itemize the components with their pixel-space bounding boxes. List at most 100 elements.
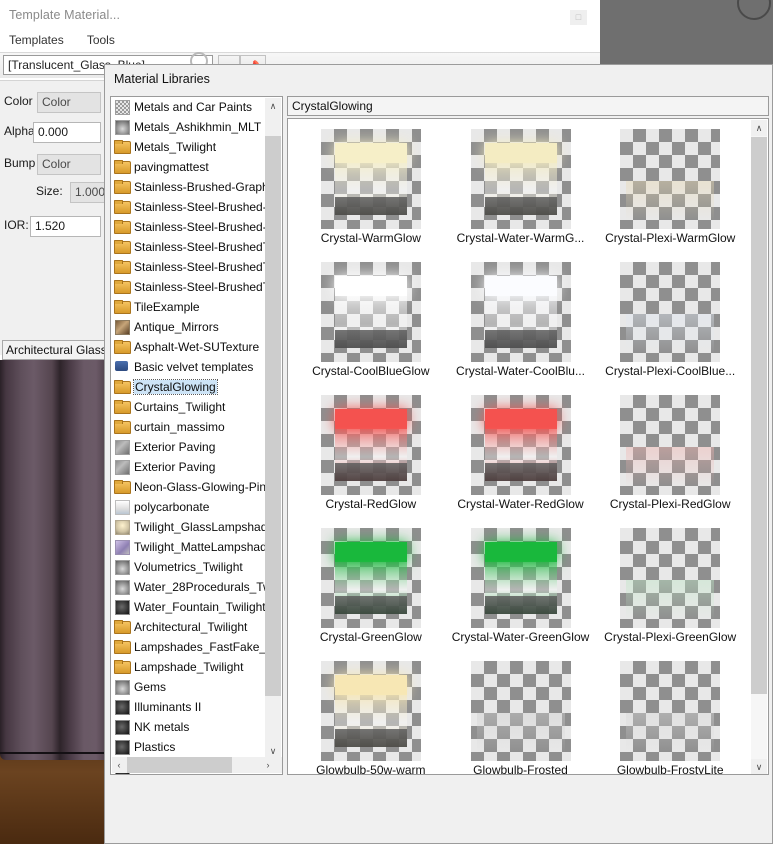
tree-item[interactable]: Stainless-Steel-BrushedTe (111, 257, 267, 277)
tree-scroll-thumb[interactable] (265, 136, 281, 696)
tree-item[interactable]: Metals and Car Paints (111, 97, 267, 117)
tree-item[interactable]: pavingmattest (111, 157, 267, 177)
material-thumbnail[interactable] (620, 262, 721, 362)
scroll-right-icon[interactable]: › (261, 757, 275, 773)
tree-hscroll-thumb[interactable] (127, 757, 232, 773)
cube-base (484, 463, 557, 481)
tree-item[interactable]: Stainless-Steel-BrushedTe (111, 277, 267, 297)
menu-item-templates[interactable]: Templates (9, 33, 64, 47)
menu-item-tools[interactable]: Tools (87, 33, 115, 47)
material-thumbnail[interactable] (320, 262, 421, 362)
tree-item[interactable]: CrystalGlowing (111, 377, 267, 397)
tree-item-label: Metals_Ashikhmin_MLT (134, 120, 262, 134)
folder-icon (114, 240, 131, 254)
tree-item[interactable]: Volumetrics_Twilight (111, 557, 267, 577)
material-grid-item[interactable]: Crystal-Plexi-GreenGlow (601, 528, 739, 644)
property-value-alpha[interactable]: 0.000 (33, 122, 101, 143)
tree-horizontal-scrollbar[interactable]: ‹ › (112, 757, 282, 773)
material-thumbnail[interactable] (620, 129, 721, 229)
tree-item[interactable]: Asphalt-Wet-SUTexture (111, 337, 267, 357)
tree-item[interactable]: Twilight_GlassLampshade (111, 517, 267, 537)
material-thumbnail[interactable] (470, 262, 571, 362)
tree-item[interactable]: Twilight_MatteLampshad (111, 537, 267, 557)
tree-item[interactable]: curtain_massimo (111, 417, 267, 437)
tree-item[interactable]: polycarbonate (111, 497, 267, 517)
scene-curtain (0, 360, 104, 760)
tree-item[interactable]: Architectural_Twilight (111, 617, 267, 637)
tab-architectural-glass[interactable]: Architectural Glass: (2, 340, 106, 360)
property-row-bump: Bump Color (0, 151, 104, 179)
tree-item[interactable]: Exterior Paving (111, 437, 267, 457)
material-grid-item[interactable]: Crystal-Water-CoolBlu... (452, 262, 590, 378)
scroll-up-icon[interactable]: ∧ (265, 98, 281, 114)
tree-item[interactable]: Antique_Mirrors (111, 317, 267, 337)
tree-item[interactable]: Stainless-Brushed-Graphi (111, 177, 267, 197)
tree-item[interactable]: TileExample (111, 297, 267, 317)
dialog-title: Material Libraries (114, 72, 210, 86)
material-thumbnail[interactable] (620, 661, 721, 761)
resize-grip[interactable] (275, 757, 282, 773)
tree-item[interactable]: Illuminants II (111, 697, 267, 717)
material-grid-item[interactable]: Glowbulb-Frosted (452, 661, 590, 774)
material-thumbnail[interactable] (320, 528, 421, 628)
material-thumbnail[interactable] (470, 395, 571, 495)
material-grid-item[interactable]: Crystal-Water-WarmG... (452, 129, 590, 245)
material-grid-item[interactable]: Crystal-Plexi-RedGlow (601, 395, 739, 511)
property-row-color: Color Color (0, 89, 104, 117)
tree-item[interactable]: Water_Fountain_Twilight_ (111, 597, 267, 617)
tree-item[interactable]: NK metals (111, 717, 267, 737)
scroll-up-icon[interactable]: ∧ (751, 120, 767, 136)
tree-item[interactable]: Gems (111, 677, 267, 697)
tree-item[interactable]: Stainless-Steel-Brushed-S (111, 217, 267, 237)
property-value-ior[interactable]: 1.520 (30, 216, 101, 237)
gray-thumb-icon (114, 680, 130, 695)
tree-item[interactable]: Neon-Glass-Glowing-Pin (111, 477, 267, 497)
material-grid-item[interactable]: Glowbulb-50w-warm (302, 661, 440, 774)
material-thumbnail[interactable] (470, 528, 571, 628)
material-grid-item[interactable]: Crystal-Plexi-WarmGlow (601, 129, 739, 245)
material-grid-item[interactable]: Crystal-Plexi-CoolBlue... (601, 262, 739, 378)
grid-scroll-thumb[interactable] (751, 137, 767, 694)
material-thumbnail[interactable] (320, 129, 421, 229)
tree-item[interactable]: Stainless-Steel-BrushedTe (111, 237, 267, 257)
tree-item[interactable]: Lampshade_Twilight (111, 657, 267, 677)
tree-item[interactable]: Plastics (111, 737, 267, 757)
material-thumbnail-label: Crystal-Plexi-RedGlow (609, 497, 731, 511)
material-grid-item[interactable]: Crystal-RedGlow (302, 395, 440, 511)
library-tree[interactable]: Metals and Car Paints Metals_Ashikhmin_ML… (110, 96, 283, 775)
material-grid-item[interactable]: Crystal-GreenGlow (302, 528, 440, 644)
material-grid-item[interactable]: Glowbulb-FrostyLite (601, 661, 739, 774)
material-grid-panel[interactable]: Crystal-WarmGlow Crystal-Water-WarmG... Cr… (287, 118, 769, 775)
tree-item-label: Gems (134, 680, 167, 694)
material-thumbnail[interactable] (320, 395, 421, 495)
material-thumbnail[interactable] (470, 129, 571, 229)
breadcrumb: CrystalGlowing (287, 96, 769, 116)
grid-vertical-scrollbar[interactable]: ∧ ∨ (751, 120, 767, 774)
property-value-color[interactable]: Color (37, 92, 101, 113)
material-thumbnail[interactable] (620, 395, 721, 495)
tree-vertical-scrollbar[interactable]: ∧ ∨ (265, 98, 281, 759)
material-thumbnail-label: Crystal-WarmGlow (320, 231, 421, 245)
material-thumbnail[interactable] (320, 661, 421, 761)
material-grid-item[interactable]: Crystal-CoolBlueGlow (302, 262, 440, 378)
tree-item[interactable]: Metals_Ashikhmin_MLT (111, 117, 267, 137)
property-value-bump[interactable]: Color (37, 154, 101, 175)
material-thumbnail[interactable] (470, 661, 571, 761)
window-restore-icon[interactable]: □ (570, 10, 587, 25)
tree-item[interactable]: Basic velvet templates (111, 357, 267, 377)
plate-preview (626, 447, 715, 487)
tree-item[interactable]: Curtains_Twilight (111, 397, 267, 417)
material-grid-item[interactable]: Crystal-Water-RedGlow (452, 395, 590, 511)
scroll-down-icon[interactable]: ∨ (751, 759, 767, 774)
tree-item[interactable]: Exterior Paving (111, 457, 267, 477)
tree-item[interactable]: Stainless-Steel-Brushed-N (111, 197, 267, 217)
violet-thumb-icon (114, 540, 130, 555)
viewport-curtain-scene[interactable] (0, 360, 104, 844)
tree-item[interactable]: Lampshades_FastFake_Tw (111, 637, 267, 657)
scroll-left-icon[interactable]: ‹ (112, 757, 126, 773)
tree-item[interactable]: Water_28Procedurals_Twi (111, 577, 267, 597)
material-grid-item[interactable]: Crystal-WarmGlow (302, 129, 440, 245)
material-grid-item[interactable]: Crystal-Water-GreenGlow (452, 528, 590, 644)
material-thumbnail[interactable] (620, 528, 721, 628)
tree-item[interactable]: Metals_Twilight (111, 137, 267, 157)
